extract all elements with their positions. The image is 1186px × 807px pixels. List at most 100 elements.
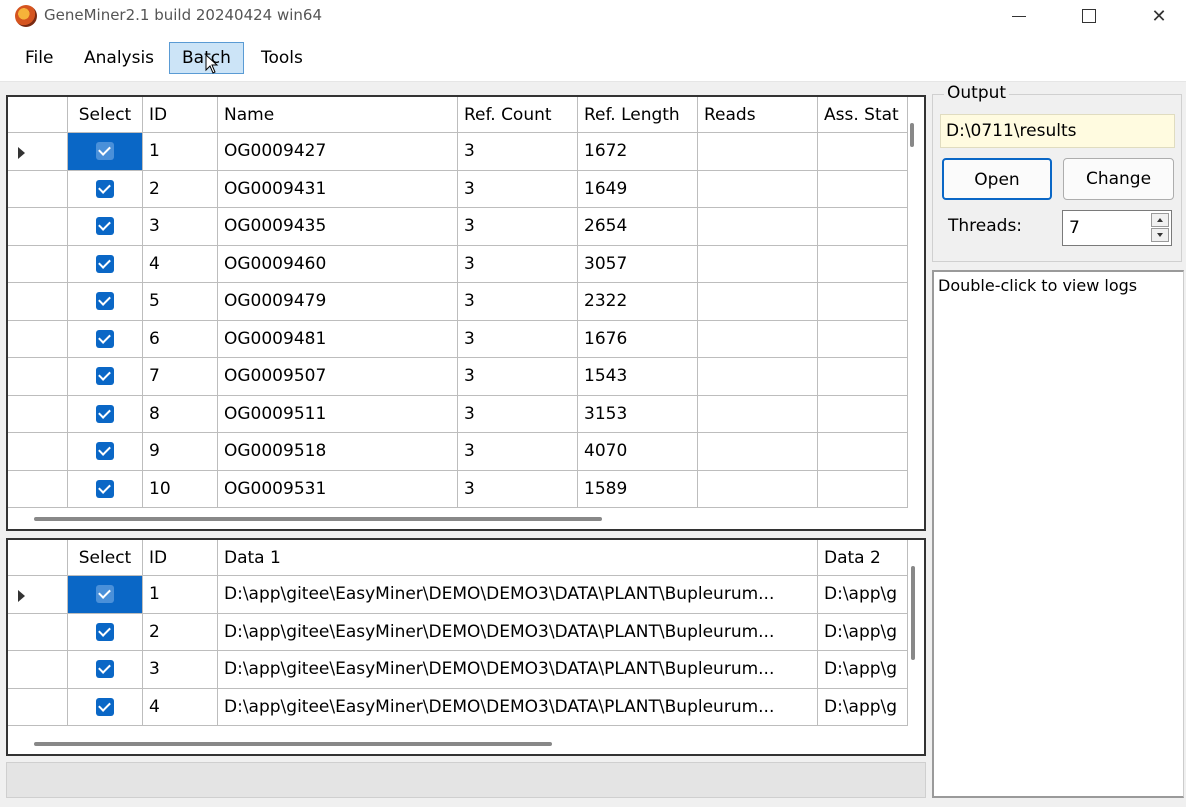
threads-up-arrow-icon[interactable] <box>1151 213 1169 227</box>
data-table[interactable]: Select ID Data 1 Data 2 1 D:\app\gitee\EasyMi… <box>6 538 926 756</box>
row-header[interactable] <box>8 208 68 246</box>
table-row[interactable]: 6 OG0009481 3 1676 <box>8 320 908 358</box>
checkbox-checked-icon[interactable] <box>96 442 114 461</box>
column-header[interactable]: Select <box>68 97 143 133</box>
log-panel[interactable]: Double-click to view logs <box>932 270 1184 798</box>
select-cell[interactable] <box>68 283 143 321</box>
row-header[interactable] <box>8 245 68 283</box>
checkbox-checked-icon[interactable] <box>96 217 114 236</box>
ref-length-cell: 1589 <box>578 470 698 508</box>
select-cell[interactable] <box>68 133 143 171</box>
checkbox-checked-icon[interactable] <box>96 697 114 716</box>
open-button[interactable]: Open <box>942 158 1052 200</box>
select-cell[interactable] <box>68 245 143 283</box>
column-header[interactable]: Select <box>68 540 143 576</box>
ass-stat-cell <box>818 245 908 283</box>
menu-tools[interactable]: Tools <box>248 42 316 74</box>
select-cell[interactable] <box>68 358 143 396</box>
table-row[interactable]: 4 D:\app\gitee\EasyMiner\DEMO\DEMO3\DATA\… <box>8 688 908 726</box>
menu-analysis[interactable]: Analysis <box>71 42 167 74</box>
table-row[interactable]: 1 D:\app\gitee\EasyMiner\DEMO\DEMO3\DATA\… <box>8 576 908 614</box>
checkbox-checked-icon[interactable] <box>96 404 114 423</box>
table-row[interactable]: 9 OG0009518 3 4070 <box>8 433 908 471</box>
column-header[interactable]: Data 2 <box>818 540 908 576</box>
table-row[interactable]: 1 OG0009427 3 1672 <box>8 133 908 171</box>
column-header[interactable]: ID <box>143 540 218 576</box>
checkbox-checked-icon[interactable] <box>96 254 114 273</box>
maximize-button[interactable] <box>1066 0 1112 32</box>
row-header[interactable] <box>8 651 68 689</box>
select-cell[interactable] <box>68 433 143 471</box>
select-cell[interactable] <box>68 470 143 508</box>
row-header[interactable] <box>8 688 68 726</box>
row-header[interactable] <box>8 576 68 614</box>
select-cell[interactable] <box>68 395 143 433</box>
table-row[interactable]: 5 OG0009479 3 2322 <box>8 283 908 321</box>
threads-stepper[interactable]: 7 <box>1062 210 1172 246</box>
data-hscrollbar[interactable] <box>34 742 552 746</box>
table-row[interactable]: 10 OG0009531 3 1589 <box>8 470 908 508</box>
genes-table[interactable]: Select ID Name Ref. Count Ref. Length Reads As… <box>6 95 926 531</box>
select-cell[interactable] <box>68 613 143 651</box>
checkbox-checked-icon[interactable] <box>96 329 114 348</box>
name-cell: OG0009531 <box>218 470 458 508</box>
table-row[interactable]: 7 OG0009507 3 1543 <box>8 358 908 396</box>
table-row[interactable]: 2 OG0009431 3 1649 <box>8 170 908 208</box>
row-header[interactable] <box>8 133 68 171</box>
table-row[interactable]: 3 OG0009435 3 2654 <box>8 208 908 246</box>
select-cell[interactable] <box>68 651 143 689</box>
menu-file[interactable]: File <box>12 42 66 74</box>
column-header[interactable]: Ass. Stat <box>818 97 908 133</box>
select-cell[interactable] <box>68 170 143 208</box>
column-header[interactable]: Ref. Count <box>458 97 578 133</box>
row-header[interactable] <box>8 613 68 651</box>
minimize-button[interactable] <box>996 0 1042 32</box>
menu-bar: File Analysis Batch Tools <box>0 34 1186 82</box>
current-row-arrow-icon <box>18 590 25 602</box>
change-button[interactable]: Change <box>1063 158 1174 200</box>
title-bar: GeneMiner2.1 build 20240424 win64 ✕ <box>0 0 1186 34</box>
table-row[interactable]: 8 OG0009511 3 3153 <box>8 395 908 433</box>
checkbox-checked-icon[interactable] <box>96 367 114 386</box>
row-header[interactable] <box>8 433 68 471</box>
mouse-cursor-icon <box>205 54 219 74</box>
id-cell: 1 <box>143 576 218 614</box>
name-cell: OG0009511 <box>218 395 458 433</box>
close-button[interactable]: ✕ <box>1136 0 1182 32</box>
column-header[interactable]: Ref. Length <box>578 97 698 133</box>
id-cell: 1 <box>143 133 218 171</box>
checkbox-checked-icon[interactable] <box>96 292 114 311</box>
row-header[interactable] <box>8 283 68 321</box>
row-header[interactable] <box>8 170 68 208</box>
select-cell[interactable] <box>68 576 143 614</box>
table-row[interactable]: 2 D:\app\gitee\EasyMiner\DEMO\DEMO3\DATA\… <box>8 613 908 651</box>
checkbox-checked-icon[interactable] <box>96 479 114 498</box>
data-vscrollbar[interactable] <box>911 566 915 660</box>
table-row[interactable]: 4 OG0009460 3 3057 <box>8 245 908 283</box>
select-cell[interactable] <box>68 320 143 358</box>
column-header[interactable]: Data 1 <box>218 540 818 576</box>
row-header[interactable] <box>8 320 68 358</box>
column-header[interactable]: ID <box>143 97 218 133</box>
name-cell: OG0009460 <box>218 245 458 283</box>
checkbox-checked-icon[interactable] <box>96 660 114 679</box>
row-header[interactable] <box>8 395 68 433</box>
genes-vscrollbar[interactable] <box>910 123 914 147</box>
table-row[interactable]: 3 D:\app\gitee\EasyMiner\DEMO\DEMO3\DATA\… <box>8 651 908 689</box>
column-header[interactable]: Name <box>218 97 458 133</box>
checkbox-checked-icon[interactable] <box>96 142 114 161</box>
checkbox-checked-icon[interactable] <box>96 585 114 604</box>
row-header[interactable] <box>8 470 68 508</box>
threads-down-arrow-icon[interactable] <box>1151 228 1169 242</box>
reads-cell <box>698 170 818 208</box>
select-cell[interactable] <box>68 688 143 726</box>
select-cell[interactable] <box>68 208 143 246</box>
output-path-field[interactable]: D:\0711\results <box>940 114 1175 148</box>
threads-value[interactable]: 7 <box>1069 211 1080 245</box>
genes-hscrollbar[interactable] <box>34 517 602 521</box>
row-header[interactable] <box>8 358 68 396</box>
column-header[interactable]: Reads <box>698 97 818 133</box>
checkbox-checked-icon[interactable] <box>96 622 114 641</box>
checkbox-checked-icon[interactable] <box>96 179 114 198</box>
ref-length-cell: 1543 <box>578 358 698 396</box>
